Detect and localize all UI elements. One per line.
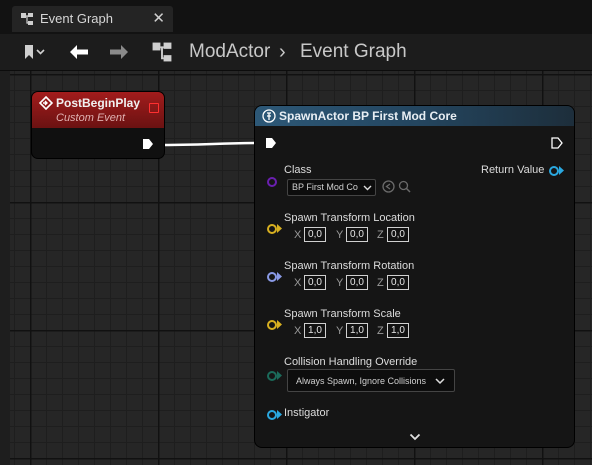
scale-x-label: X: [294, 325, 302, 337]
event-title: PostBeginPlay: [56, 96, 141, 110]
spawn-actor-title: SpawnActor BP First Mod Core: [279, 109, 457, 123]
pin-arrow-icon: [277, 410, 282, 419]
spawn-actor-node[interactable]: SpawnActor BP First Mod Core Class BP Fi…: [255, 106, 574, 447]
browse-search-icon[interactable]: [398, 180, 411, 193]
rotation-z-input[interactable]: 0,0: [387, 275, 409, 290]
function-icon: [262, 109, 276, 123]
location-pin[interactable]: [267, 224, 277, 234]
exec-in-pin[interactable]: [265, 137, 277, 149]
return-value-pin[interactable]: [549, 166, 559, 176]
pin-arrow-icon: [277, 320, 282, 329]
pin-arrow-icon: [277, 272, 282, 281]
rotation-x-label: X: [294, 277, 302, 289]
return-value-label: Return Value: [481, 164, 545, 176]
instigator-pin[interactable]: [267, 410, 277, 420]
instigator-label: Instigator: [284, 407, 330, 419]
exec-out-pin[interactable]: [142, 138, 154, 150]
location-x-label: X: [294, 229, 302, 241]
class-dropdown[interactable]: BP First Mod Co: [287, 179, 376, 196]
pin-arrow-icon: [277, 224, 282, 233]
collision-dropdown-value: Always Spawn, Ignore Collisions: [296, 376, 427, 386]
scale-label: Spawn Transform Scale: [284, 308, 401, 320]
location-y-input[interactable]: 0,0: [346, 227, 368, 242]
collision-dropdown[interactable]: Always Spawn, Ignore Collisions: [287, 369, 455, 392]
chevron-down-icon: [435, 378, 445, 385]
location-x-input[interactable]: 0,0: [304, 227, 326, 242]
scale-pin[interactable]: [267, 320, 277, 330]
scale-z-label: Z: [377, 325, 384, 337]
scale-y-label: Y: [336, 325, 344, 337]
pin-arrow-icon: [559, 166, 564, 175]
location-label: Spawn Transform Location: [284, 212, 415, 224]
location-z-label: Z: [377, 229, 384, 241]
rotation-z-label: Z: [377, 277, 384, 289]
expand-chevron-icon[interactable]: [409, 432, 421, 442]
scale-y-input[interactable]: 1,0: [346, 323, 368, 338]
class-dropdown-value: BP First Mod Co: [292, 182, 358, 192]
rotation-label: Spawn Transform Rotation: [284, 260, 415, 272]
spawn-actor-header: SpawnActor BP First Mod Core: [255, 106, 574, 126]
rotation-y-input[interactable]: 0,0: [346, 275, 368, 290]
scale-x-input[interactable]: 1,0: [304, 323, 326, 338]
custom-event-node[interactable]: PostBeginPlay Custom Event: [32, 92, 164, 158]
delegate-pin[interactable]: [149, 103, 159, 113]
scale-z-input[interactable]: 1,0: [387, 323, 409, 338]
class-pin[interactable]: [267, 177, 277, 187]
collision-pin[interactable]: [267, 371, 277, 381]
collision-label: Collision Handling Override: [284, 356, 418, 368]
custom-event-header: PostBeginPlay Custom Event: [32, 92, 164, 128]
use-selected-icon[interactable]: [382, 180, 395, 193]
location-z-input[interactable]: 0,0: [387, 227, 409, 242]
exec-then-pin[interactable]: [551, 137, 563, 149]
event-subtitle: Custom Event: [56, 112, 126, 124]
location-y-label: Y: [336, 229, 344, 241]
rotation-x-input[interactable]: 0,0: [304, 275, 326, 290]
rotation-pin[interactable]: [267, 272, 277, 282]
pin-arrow-icon: [277, 371, 282, 380]
rotation-y-label: Y: [336, 277, 344, 289]
chevron-down-icon: [363, 185, 372, 191]
event-icon: [39, 96, 53, 110]
class-label: Class: [284, 164, 312, 176]
